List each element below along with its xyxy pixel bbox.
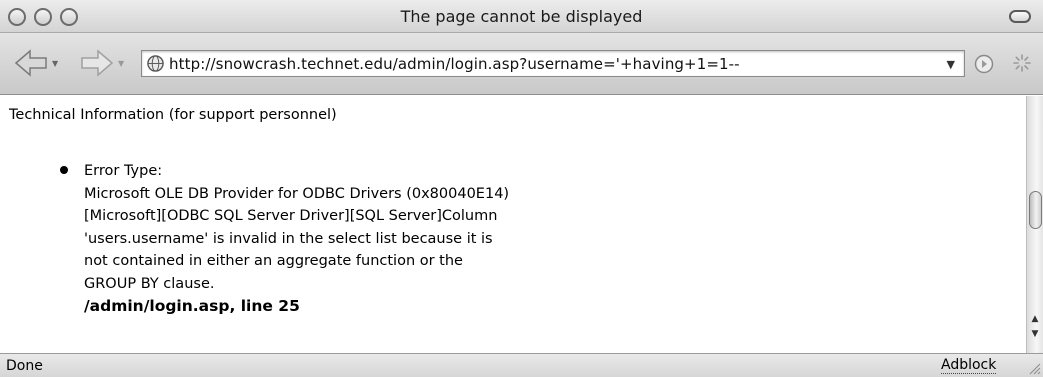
adblock-button[interactable]: Adblock xyxy=(941,358,997,374)
back-arrow-icon[interactable] xyxy=(14,49,48,77)
window-title: The page cannot be displayed xyxy=(400,7,643,26)
status-bar: Done Adblock xyxy=(0,353,1043,377)
forward-arrow-icon[interactable] xyxy=(80,49,114,77)
scrollbar-thumb[interactable] xyxy=(1029,191,1042,229)
error-location: /admin/login.asp, line 25 xyxy=(84,297,300,315)
error-details: Error Type: Microsoft OLE DB Provider fo… xyxy=(84,160,509,318)
title-bar: The page cannot be displayed xyxy=(0,0,1043,33)
bullet-icon xyxy=(60,166,68,174)
error-line: 'users.username' is invalid in the selec… xyxy=(84,230,493,247)
technical-info-heading: Technical Information (for support perso… xyxy=(9,107,337,123)
toolbar-toggle-button[interactable] xyxy=(1009,10,1031,23)
error-line: not contained in either an aggregate fun… xyxy=(84,253,463,269)
go-icon[interactable] xyxy=(974,54,994,74)
scroll-down-arrow-icon[interactable]: ▼ xyxy=(1027,328,1043,341)
forward-history-dropdown-icon[interactable]: ▼ xyxy=(118,59,124,68)
error-line: Microsoft OLE DB Provider for ODBC Drive… xyxy=(84,185,510,202)
scroll-up-arrow-icon[interactable]: ▲ xyxy=(1027,313,1043,326)
error-line: [Microsoft][ODBC SQL Server Driver][SQL … xyxy=(84,208,498,224)
url-text[interactable]: http://snowcrash.technet.edu/admin/login… xyxy=(169,55,740,73)
url-history-dropdown-icon[interactable]: ▼ xyxy=(947,58,955,71)
navigation-toolbar: ▼ ▼ http://snowcrash.technet.edu/admin/l… xyxy=(0,33,1043,95)
browser-window: The page cannot be displayed ▼ ▼ http://… xyxy=(0,0,1043,377)
address-bar[interactable]: http://snowcrash.technet.edu/admin/login… xyxy=(141,50,965,77)
error-type-label: Error Type: xyxy=(84,163,163,179)
page-content: Technical Information (for support perso… xyxy=(0,96,1026,353)
error-line: GROUP BY clause. xyxy=(84,275,215,292)
globe-icon xyxy=(147,55,164,72)
status-text: Done xyxy=(6,358,43,374)
loading-spinner-icon xyxy=(1013,54,1031,72)
back-history-dropdown-icon[interactable]: ▼ xyxy=(52,59,58,68)
resize-grip-icon[interactable] xyxy=(1027,361,1041,375)
vertical-scrollbar[interactable]: ▲ ▼ xyxy=(1026,96,1043,353)
